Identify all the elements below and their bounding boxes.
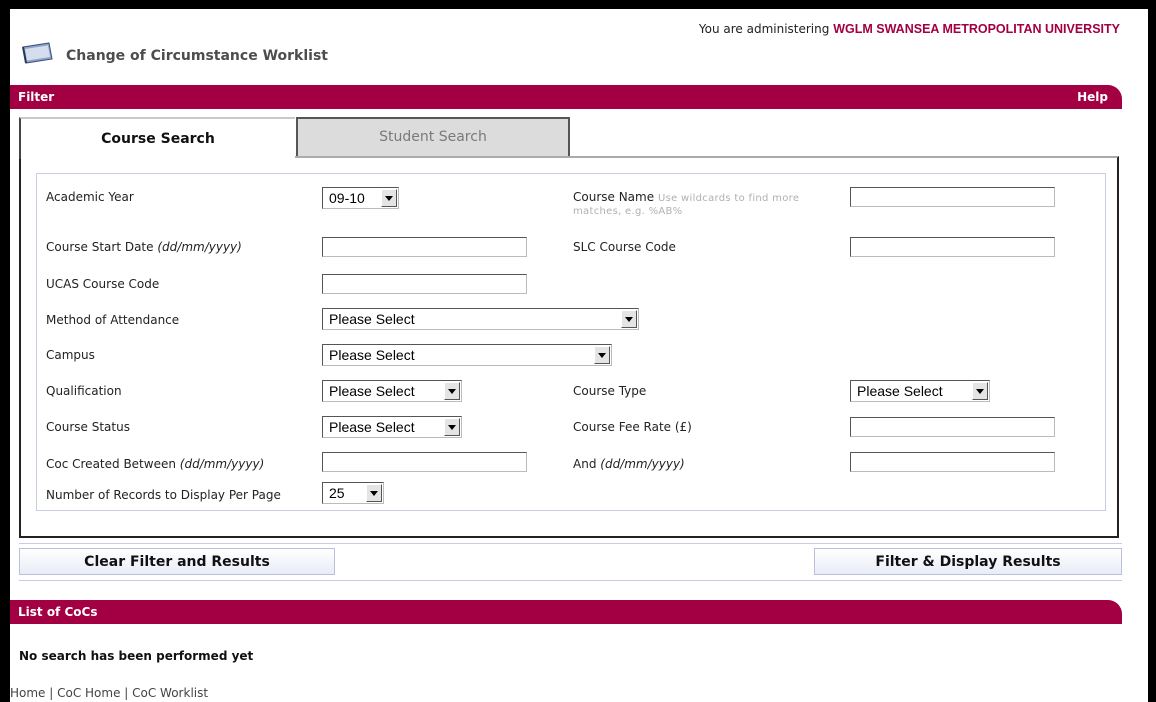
course-name-input[interactable] — [850, 187, 1055, 207]
worklist-icon — [22, 42, 53, 64]
chevron-down-icon — [594, 346, 610, 364]
chevron-down-icon — [621, 310, 637, 328]
footer-link-home[interactable]: Home — [10, 686, 45, 700]
academic-year-select[interactable]: 09-10 — [322, 187, 399, 209]
ucas-course-code-input[interactable] — [322, 274, 527, 294]
course-start-date-format: (dd/mm/yyyy) — [157, 240, 242, 254]
admin-context: You are administering WGLM SWANSEA METRO… — [699, 22, 1120, 36]
admin-organisation: WGLM SWANSEA METROPOLITAN UNIVERSITY — [833, 22, 1120, 36]
coc-created-label-group: Coc Created Between (dd/mm/yyyy) — [46, 457, 264, 471]
course-start-date-input[interactable] — [322, 237, 527, 257]
course-name-hint-1: Use wildcards to find more — [657, 193, 800, 204]
chevron-down-icon — [444, 418, 460, 436]
academic-year-value: 09-10 — [329, 190, 365, 206]
slc-course-code-label: SLC Course Code — [573, 240, 676, 254]
slc-course-code-input[interactable] — [850, 237, 1055, 257]
footer-link-coc-home[interactable]: CoC Home — [57, 686, 120, 700]
campus-label: Campus — [46, 348, 95, 362]
divider — [19, 580, 1122, 581]
campus-select[interactable]: Please Select — [322, 344, 612, 366]
list-of-cocs-bar: List of CoCs — [10, 600, 1122, 624]
and-date-label: And — [573, 457, 597, 471]
window-frame-top — [0, 0, 1156, 9]
coc-created-between-format: (dd/mm/yyyy) — [179, 457, 265, 471]
course-status-label: Course Status — [46, 420, 130, 434]
window-frame-right — [1148, 0, 1156, 702]
page-title: Change of Circumstance Worklist — [66, 48, 328, 64]
course-type-value: Please Select — [857, 383, 943, 399]
course-start-date-label-group: Course Start Date (dd/mm/yyyy) — [46, 240, 242, 254]
campus-value: Please Select — [329, 347, 415, 363]
course-fee-rate-label: Course Fee Rate (£) — [573, 420, 692, 434]
filter-bar-title: Filter — [18, 90, 55, 104]
course-status-select[interactable]: Please Select — [322, 416, 462, 438]
chevron-down-icon — [366, 484, 382, 502]
coc-created-to-input[interactable] — [850, 452, 1055, 472]
coc-created-between-label: Coc Created Between — [46, 457, 176, 471]
footer-link-coc-worklist[interactable]: CoC Worklist — [132, 686, 208, 700]
tab-course-search[interactable]: Course Search — [19, 117, 295, 159]
qualification-label: Qualification — [46, 384, 122, 398]
no-search-message: No search has been performed yet — [19, 649, 254, 663]
and-date-format: (dd/mm/yyyy) — [600, 457, 685, 471]
footer-nav: Home | CoC Home | CoC Worklist — [10, 686, 208, 700]
course-name-hint-2: matches, e.g. %AB% — [573, 206, 683, 217]
window-frame-left — [0, 0, 10, 702]
course-name-label-group: Course Name Use wildcards to find more — [573, 190, 799, 204]
chevron-down-icon — [972, 382, 988, 400]
list-of-cocs-title: List of CoCs — [18, 605, 98, 619]
help-link[interactable]: Help — [1077, 85, 1108, 109]
ucas-course-code-label: UCAS Course Code — [46, 277, 160, 291]
chevron-down-icon — [381, 189, 397, 207]
coc-created-from-input[interactable] — [322, 452, 527, 472]
chevron-down-icon — [444, 382, 460, 400]
tab-student-search[interactable]: Student Search — [296, 117, 570, 156]
course-name-label: Course Name — [573, 190, 655, 204]
method-of-attendance-label: Method of Attendance — [46, 313, 180, 327]
filter-display-results-button[interactable]: Filter & Display Results — [814, 548, 1122, 575]
footer-separator: | — [45, 686, 58, 700]
divider — [19, 543, 1122, 544]
course-start-date-label: Course Start Date — [46, 240, 154, 254]
qualification-value: Please Select — [329, 383, 415, 399]
method-of-attendance-value: Please Select — [329, 311, 415, 327]
clear-filter-button[interactable]: Clear Filter and Results — [19, 548, 335, 575]
admin-prefix: You are administering — [698, 22, 830, 36]
records-per-page-select[interactable]: 25 — [322, 482, 384, 504]
method-of-attendance-select[interactable]: Please Select — [322, 308, 639, 330]
records-per-page-label: Number of Records to Display Per Page — [46, 488, 281, 502]
footer-separator: | — [120, 686, 133, 700]
qualification-select[interactable]: Please Select — [322, 380, 462, 402]
course-type-select[interactable]: Please Select — [850, 380, 990, 402]
filter-bar: Filter Help — [10, 85, 1122, 109]
course-fee-rate-input[interactable] — [850, 417, 1055, 437]
course-type-label: Course Type — [573, 384, 647, 398]
course-status-value: Please Select — [329, 419, 415, 435]
and-date-label-group: And (dd/mm/yyyy) — [573, 457, 685, 471]
academic-year-label: Academic Year — [46, 190, 134, 204]
records-per-page-value: 25 — [329, 485, 345, 501]
